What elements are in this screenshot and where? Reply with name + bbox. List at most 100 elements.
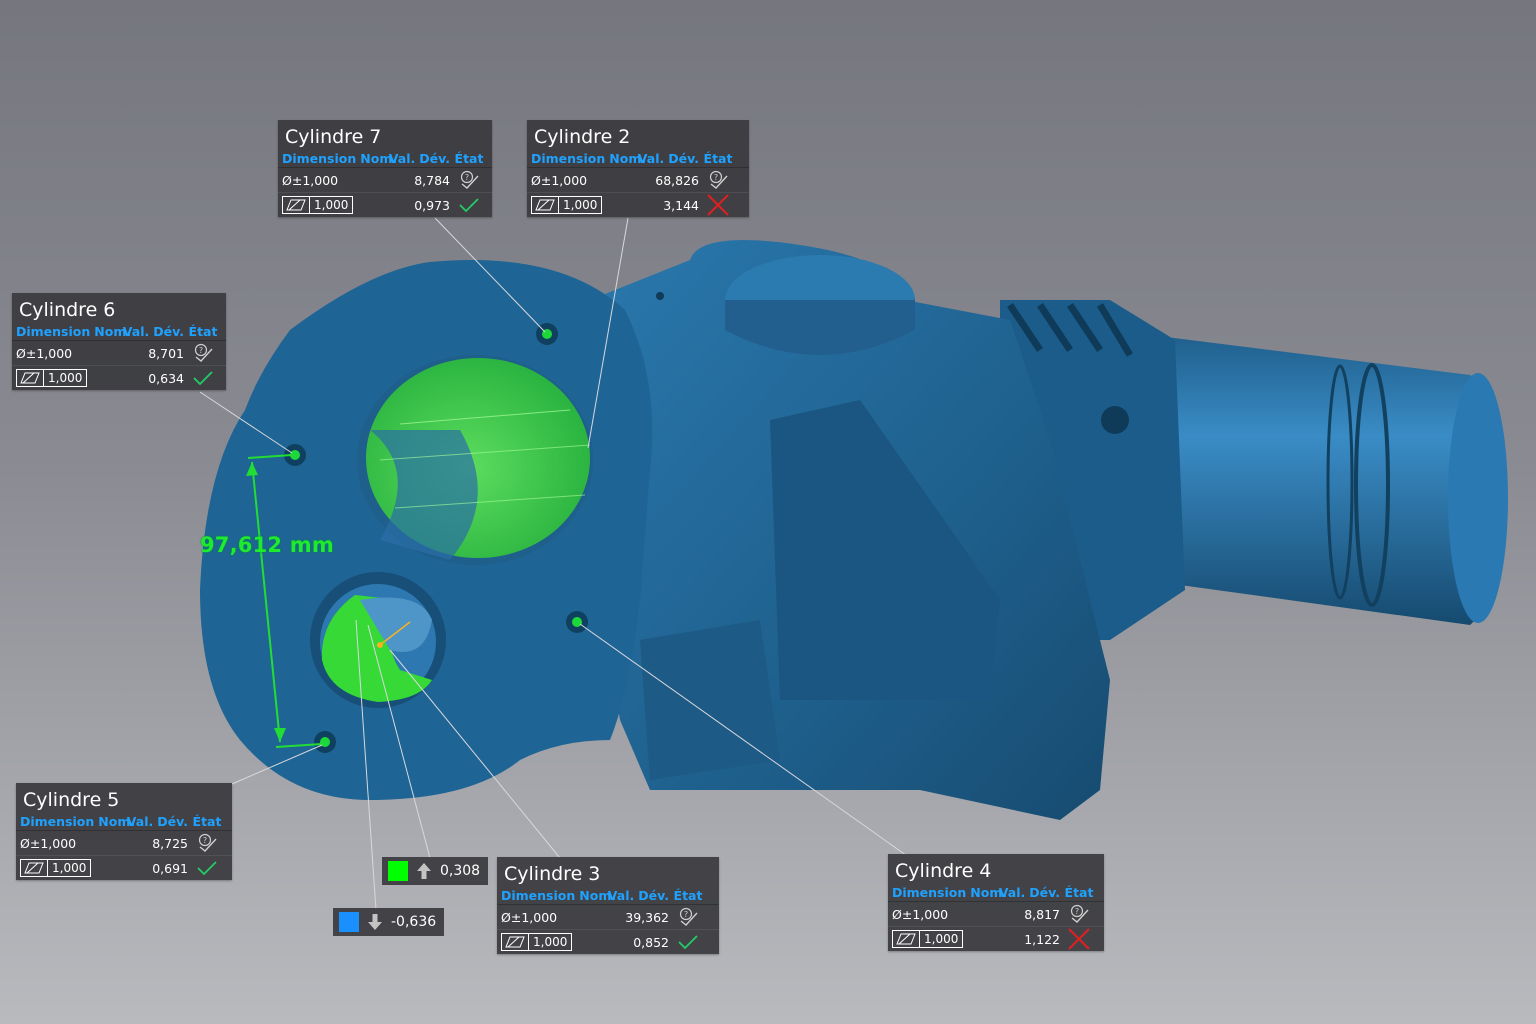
row-diameter[interactable]: Ø±1,000 39,362? [497, 904, 719, 929]
cylindricity-value: 0,691 [152, 860, 188, 876]
callout-cylindre-6[interactable]: Cylindre 6 Dimension Nom. Val. Dév. État Ø±1,0… [12, 293, 226, 390]
row-cylindricity[interactable]: 1,000 0,852 [497, 929, 719, 954]
cylindricity-tolerance: 1,000 [563, 198, 598, 212]
diameter-tolerance: Ø±1,000 [501, 909, 558, 925]
callout-header: Dimension Nom. Val. Dév. État [888, 885, 1104, 901]
header-etat: État [673, 888, 703, 903]
svg-text:?: ? [684, 910, 688, 919]
header-etat: État [192, 814, 222, 829]
cylindricity-frame: 1,000 [282, 196, 354, 214]
row-diameter[interactable]: Ø±1,000 8,701? [12, 340, 226, 365]
header-dimension: Dimension [892, 885, 967, 900]
row-diameter[interactable]: Ø±1,000 8,817? [888, 901, 1104, 926]
header-dimension: Dimension [501, 888, 576, 903]
row-cylindricity[interactable]: 1,000 0,691 [16, 855, 232, 880]
callout-header: Dimension Nom. Val. Dév. État [16, 814, 232, 830]
cross-icon [1060, 928, 1098, 950]
callout-header: Dimension Nom. Val. Dév. État [12, 324, 226, 340]
header-dimension: Dimension [282, 151, 357, 166]
callout-title: Cylindre 6 [19, 299, 116, 321]
header-dev: Dév. [153, 324, 184, 339]
row-cylindricity[interactable]: 1,000 1,122 [888, 926, 1104, 951]
callout-title: Cylindre 7 [285, 126, 382, 148]
legend-upper-deviation[interactable]: 0,308 [382, 857, 489, 885]
svg-text:?: ? [199, 346, 203, 355]
callout-cylindre-3[interactable]: Cylindre 3 Dimension Nom. Val. Dév. État Ø±1,0… [497, 857, 719, 954]
diameter-tolerance: Ø±1,000 [16, 345, 73, 361]
row-diameter[interactable]: Ø±1,000 8,725? [16, 830, 232, 855]
diameter-value: 8,817 [1024, 906, 1060, 922]
cylindricity-icon [502, 934, 529, 950]
cylindricity-frame: 1,000 [531, 196, 603, 214]
cylindricity-frame: 1,000 [501, 933, 573, 951]
cylindricity-frame: 1,000 [892, 930, 964, 948]
row-diameter[interactable]: Ø±1,000 8,784? [278, 167, 492, 192]
row-cylindricity[interactable]: 1,000 0,973 [278, 192, 492, 217]
arrow-down-icon [368, 914, 382, 930]
callout-header: Dimension Nom. Val. Dév. État [278, 151, 492, 167]
cylindricity-tolerance: 1,000 [924, 932, 959, 946]
header-etat: État [188, 324, 218, 339]
legend-green-swatch [388, 861, 408, 881]
row-diameter[interactable]: Ø±1,000 68,826? [527, 167, 749, 192]
cylindricity-tolerance: 1,000 [52, 861, 87, 875]
diameter-tolerance: Ø±1,000 [282, 172, 339, 188]
header-dev: Dév. [638, 888, 669, 903]
hole-cyl5[interactable] [314, 731, 336, 753]
diameter-value: 8,701 [148, 345, 184, 361]
row-cylindricity[interactable]: 1,000 3,144 [527, 192, 749, 217]
cylindricity-tolerance: 1,000 [533, 935, 568, 949]
cylindricity-icon [17, 370, 44, 386]
check-icon [188, 859, 226, 877]
check-icon [669, 933, 707, 951]
header-dimension: Dimension [20, 814, 95, 829]
header-dev: Dév. [419, 151, 450, 166]
header-val: Val. [388, 151, 416, 166]
cylindricity-tolerance: 1,000 [314, 198, 349, 212]
legend-lower-value: -0,636 [391, 914, 437, 930]
scanned-part[interactable] [200, 240, 1508, 820]
legend-upper-value: 0,308 [440, 863, 481, 879]
svg-text:?: ? [203, 836, 207, 845]
header-etat: État [454, 151, 484, 166]
cylindricity-icon [283, 197, 310, 213]
row-cylindricity[interactable]: 1,000 0,634 [12, 365, 226, 390]
callout-title: Cylindre 3 [504, 863, 601, 885]
check-icon [450, 196, 488, 214]
distance-label[interactable]: 97,612 mm [200, 533, 334, 557]
legend-lower-deviation[interactable]: -0,636 [333, 908, 445, 936]
cylindricity-value: 0,973 [414, 197, 450, 213]
header-val: Val. [998, 885, 1026, 900]
header-dimension: Dimension [531, 151, 606, 166]
check-icon [184, 369, 222, 387]
diameter-tolerance: Ø±1,000 [531, 172, 588, 188]
callout-cylindre-7[interactable]: Cylindre 7 Dimension Nom. Val. Dév. État Ø±1,0… [278, 120, 492, 217]
cylindricity-tolerance: 1,000 [48, 371, 83, 385]
cross-icon [699, 194, 737, 216]
callout-title: Cylindre 2 [534, 126, 631, 148]
callout-cylindre-4[interactable]: Cylindre 4 Dimension Nom. Val. Dév. État Ø±1,0… [888, 854, 1104, 951]
pipe-end [1448, 373, 1508, 623]
callout-title: Cylindre 5 [23, 789, 120, 811]
callout-header: Dimension Nom. Val. Dév. État [527, 151, 749, 167]
header-val: Val. [637, 151, 665, 166]
arrow-up-icon [417, 863, 431, 879]
callout-header: Dimension Nom. Val. Dév. État [497, 888, 719, 904]
header-dimension: Dimension [16, 324, 91, 339]
question-check-icon: ? [188, 833, 226, 853]
diameter-value: 68,826 [655, 172, 699, 188]
header-etat: État [1064, 885, 1094, 900]
cylindricity-value: 3,144 [663, 197, 699, 213]
header-etat: État [703, 151, 733, 166]
callout-cylindre-2[interactable]: Cylindre 2 Dimension Nom. Val. Dév. État Ø±1,0… [527, 120, 749, 217]
hole-cyl4[interactable] [566, 611, 588, 633]
cylindricity-icon [893, 931, 920, 947]
svg-text:?: ? [714, 173, 718, 182]
cylindricity-value: 1,122 [1024, 931, 1060, 947]
question-check-icon: ? [699, 170, 737, 190]
cylindricity-frame: 1,000 [20, 859, 92, 877]
header-dev: Dév. [1029, 885, 1060, 900]
callout-cylindre-5[interactable]: Cylindre 5 Dimension Nom. Val. Dév. État Ø±1,0… [16, 783, 232, 880]
cylindricity-value: 0,634 [148, 370, 184, 386]
svg-text:?: ? [465, 173, 469, 182]
